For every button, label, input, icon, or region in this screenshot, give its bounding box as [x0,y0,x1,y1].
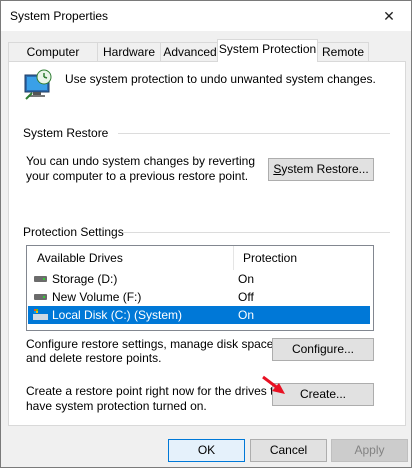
column-available-drives[interactable]: Available Drives [37,246,123,270]
tab-hardware[interactable]: Hardware [97,42,161,61]
tab-system-protection[interactable]: System Protection [217,39,318,62]
system-restore-divider [118,133,390,134]
drive-protection: On [238,308,255,322]
system-properties-window: System Properties ✕ Computer Name Hardwa… [0,0,412,468]
drive-row-new-volume[interactable]: New Volume (F:) Off [28,288,370,306]
apply-button[interactable]: Apply [331,439,408,462]
drive-name: New Volume (F:) [52,290,142,304]
drive-protection: Off [238,290,254,304]
protection-settings-divider [123,232,390,233]
annotation-arrow-icon [262,375,285,394]
tab-computer-name[interactable]: Computer Name [8,42,98,77]
system-restore-header: System Restore [23,126,109,140]
drive-row-local-disk-c[interactable]: Local Disk (C:) (System) On [28,306,370,324]
ok-button[interactable]: OK [168,439,245,462]
system-drive-icon [33,309,48,320]
drives-list[interactable]: Available Drives Protection Storage (D:)… [26,245,374,331]
system-protection-icon [24,69,52,100]
title-bar: System Properties ✕ [1,1,411,31]
configure-desc-line1: Configure restore settings, manage disk … [26,337,277,351]
create-desc-line1: Create a restore point right now for the… [26,384,291,398]
system-restore-button-label: ystem Restore... [281,162,369,176]
system-restore-desc-line2: your computer to a previous restore poin… [26,169,249,183]
configure-button[interactable]: Configure... [272,338,374,361]
drive-protection: On [238,272,255,286]
system-restore-desc-line1: You can undo system changes by reverting [26,154,256,168]
close-button[interactable]: ✕ [367,1,411,31]
drive-name: Local Disk (C:) (System) [52,308,183,322]
drive-icon [34,276,47,282]
system-restore-button[interactable]: System Restore... [268,158,374,181]
protection-settings-header: Protection Settings [23,225,124,239]
column-separator[interactable] [233,246,234,270]
tab-advanced[interactable]: Advanced [160,42,220,61]
window-title: System Properties [10,9,109,23]
configure-desc-line2: and delete restore points. [26,351,162,365]
cancel-button[interactable]: Cancel [250,439,327,462]
drive-name: Storage (D:) [52,272,118,286]
tab-remote[interactable]: Remote [317,42,369,61]
system-protection-panel [8,61,406,426]
drive-row-storage[interactable]: Storage (D:) On [28,270,370,288]
intro-text: Use system protection to undo unwanted s… [65,72,376,86]
tab-strip: Computer Name Hardware Advanced System P… [8,39,404,77]
create-desc-line2: have system protection turned on. [26,399,207,413]
drive-icon [34,294,47,300]
column-protection[interactable]: Protection [243,246,297,270]
